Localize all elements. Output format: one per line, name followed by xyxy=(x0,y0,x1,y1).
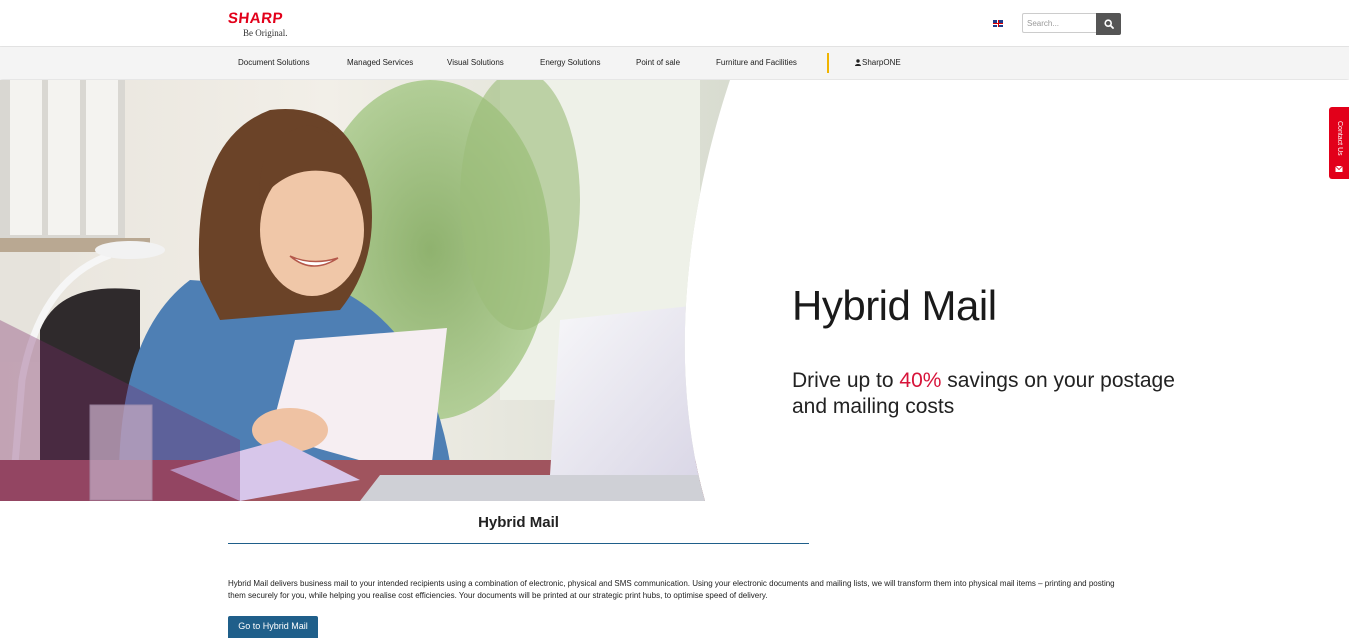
section-title: Hybrid Mail xyxy=(478,514,559,531)
uk-flag-icon[interactable] xyxy=(993,20,1003,27)
envelope-icon xyxy=(1335,165,1343,172)
contact-us-label: Contact Us xyxy=(1336,120,1343,156)
hero-banner: Hybrid Mail Drive up to 40% savings on y… xyxy=(0,80,1349,501)
nav-item-energy-solutions[interactable]: Energy Solutions xyxy=(540,47,600,79)
nav-item-point-of-sale[interactable]: Point of sale xyxy=(636,47,680,79)
nav-separator xyxy=(827,53,829,73)
nav-item-managed-services[interactable]: Managed Services xyxy=(347,47,413,79)
hero-subtitle-highlight: 40% xyxy=(899,369,942,392)
nav-item-document-solutions[interactable]: Document Solutions xyxy=(238,47,310,79)
nav-item-sharpone[interactable]: SharpONE xyxy=(855,47,901,79)
hero-title: Hybrid Mail xyxy=(792,282,997,329)
main-nav: Document Solutions Managed Services Visu… xyxy=(0,47,1349,79)
section-body: Hybrid Mail delivers business mail to yo… xyxy=(228,579,1115,600)
sharp-logo[interactable]: SHARP Be Original. xyxy=(227,10,306,38)
hero-image xyxy=(0,80,730,501)
sharpone-label: SharpONE xyxy=(862,58,901,67)
contact-us-tab[interactable]: Contact Us xyxy=(1329,107,1349,179)
hero-subtitle: Drive up to 40% savings on your postage … xyxy=(792,368,1212,420)
search-input[interactable] xyxy=(1022,13,1096,33)
nav-item-furniture-and-facilities[interactable]: Furniture and Facilities xyxy=(716,47,797,79)
search-button[interactable] xyxy=(1096,13,1121,35)
logo-wordmark: SHARP xyxy=(227,10,284,27)
user-icon xyxy=(855,59,861,67)
nav-item-visual-solutions[interactable]: Visual Solutions xyxy=(447,47,504,79)
go-to-hybrid-mail-button[interactable]: Go to Hybrid Mail xyxy=(228,616,318,638)
hero-subtitle-prefix: Drive up to xyxy=(792,369,900,392)
site-header: SHARP Be Original. xyxy=(0,0,1349,47)
logo-tagline: Be Original. xyxy=(243,28,288,38)
search-icon xyxy=(1103,19,1114,29)
section-divider xyxy=(228,543,809,544)
